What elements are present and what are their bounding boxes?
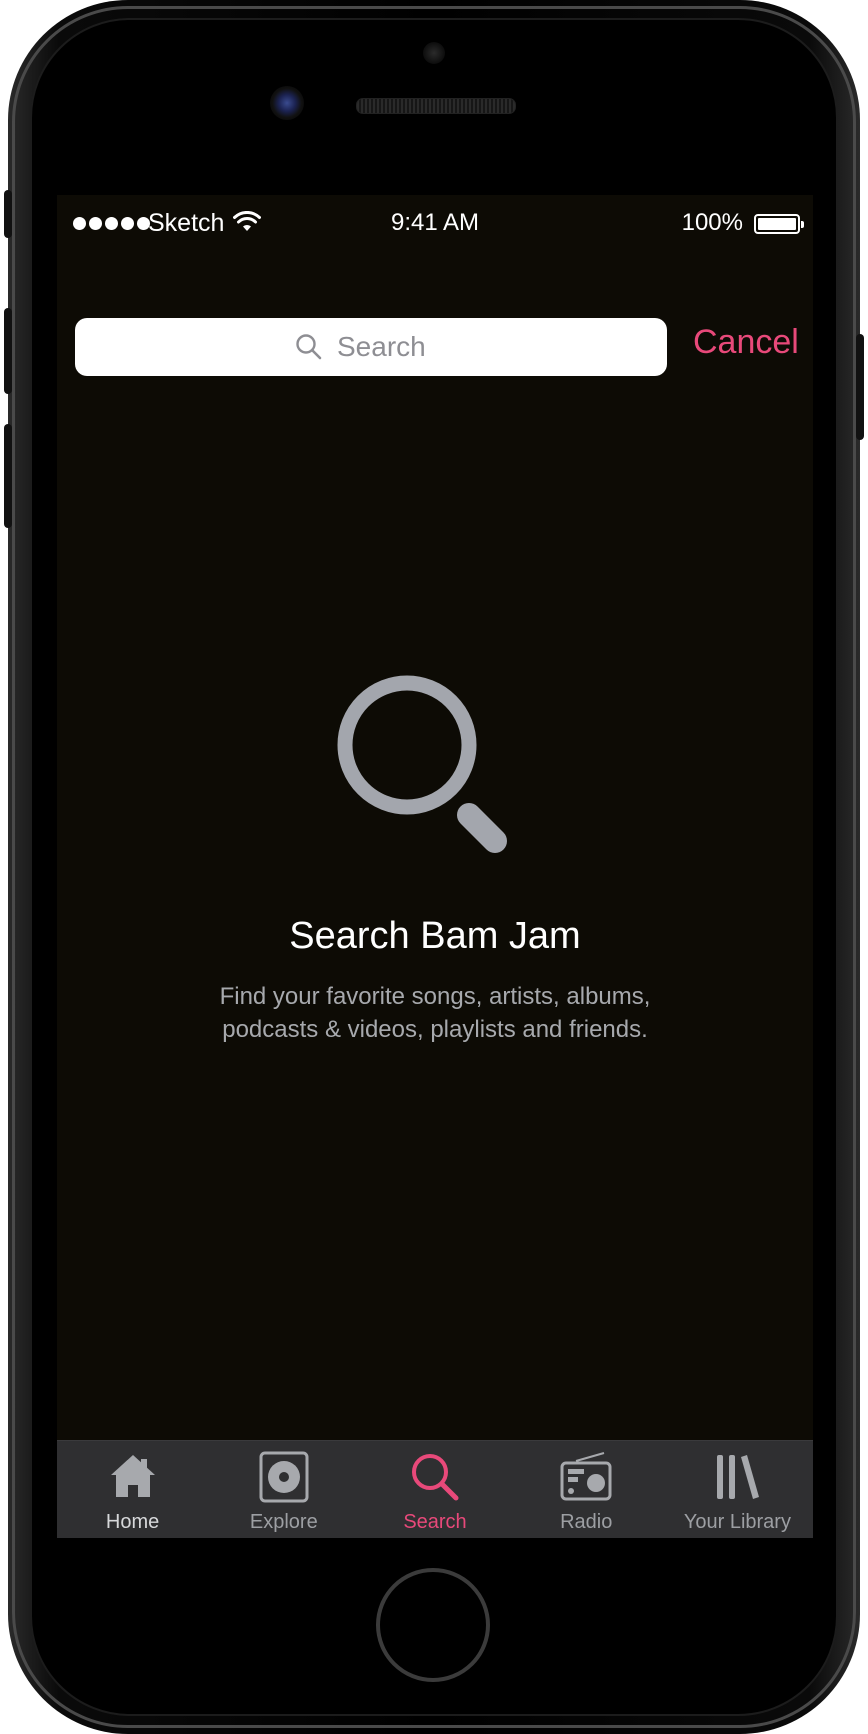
earpiece-speaker [356, 98, 516, 114]
tab-label: Home [105, 1511, 160, 1533]
tab-search[interactable]: Search [359, 1441, 510, 1538]
tab-bar: Home Explore Search Radio Your Library [57, 1440, 813, 1538]
tab-label: Search [403, 1511, 467, 1533]
tab-label: Radio [560, 1511, 613, 1533]
home-button[interactable] [376, 1568, 490, 1682]
screen: Sketch 9:41 AM 100% Cancel Search Bam Ja… [57, 195, 813, 1538]
search-input[interactable] [337, 331, 447, 363]
search-field[interactable] [75, 318, 667, 376]
home-icon [110, 1455, 155, 1497]
volume-down-button [4, 424, 12, 528]
camera-icon [270, 86, 304, 120]
radio-icon [560, 1452, 612, 1501]
tab-radio[interactable]: Radio [511, 1441, 662, 1538]
battery-icon [754, 214, 804, 234]
tab-label: Explore [249, 1511, 318, 1533]
search-icon [412, 1454, 459, 1501]
tab-your-library[interactable]: Your Library [662, 1441, 813, 1538]
library-icon [717, 1455, 760, 1499]
volume-up-button [4, 308, 12, 394]
cancel-button[interactable]: Cancel [693, 323, 799, 362]
search-illustration-icon [337, 675, 507, 853]
power-button [856, 334, 864, 440]
empty-state-title: Search Bam Jam [289, 915, 581, 957]
front-sensor [423, 42, 445, 64]
mute-switch [4, 190, 12, 238]
status-bar: Sketch 9:41 AM 100% [57, 195, 813, 255]
tab-home[interactable]: Home [57, 1441, 208, 1538]
empty-state-description: Find your favorite songs, artists, album… [219, 983, 651, 1043]
search-icon [296, 334, 322, 360]
explore-icon [259, 1451, 309, 1503]
tab-label: Your Library [683, 1511, 791, 1533]
tab-explore[interactable]: Explore [208, 1441, 359, 1538]
battery-percentage: 100% [681, 209, 743, 236]
